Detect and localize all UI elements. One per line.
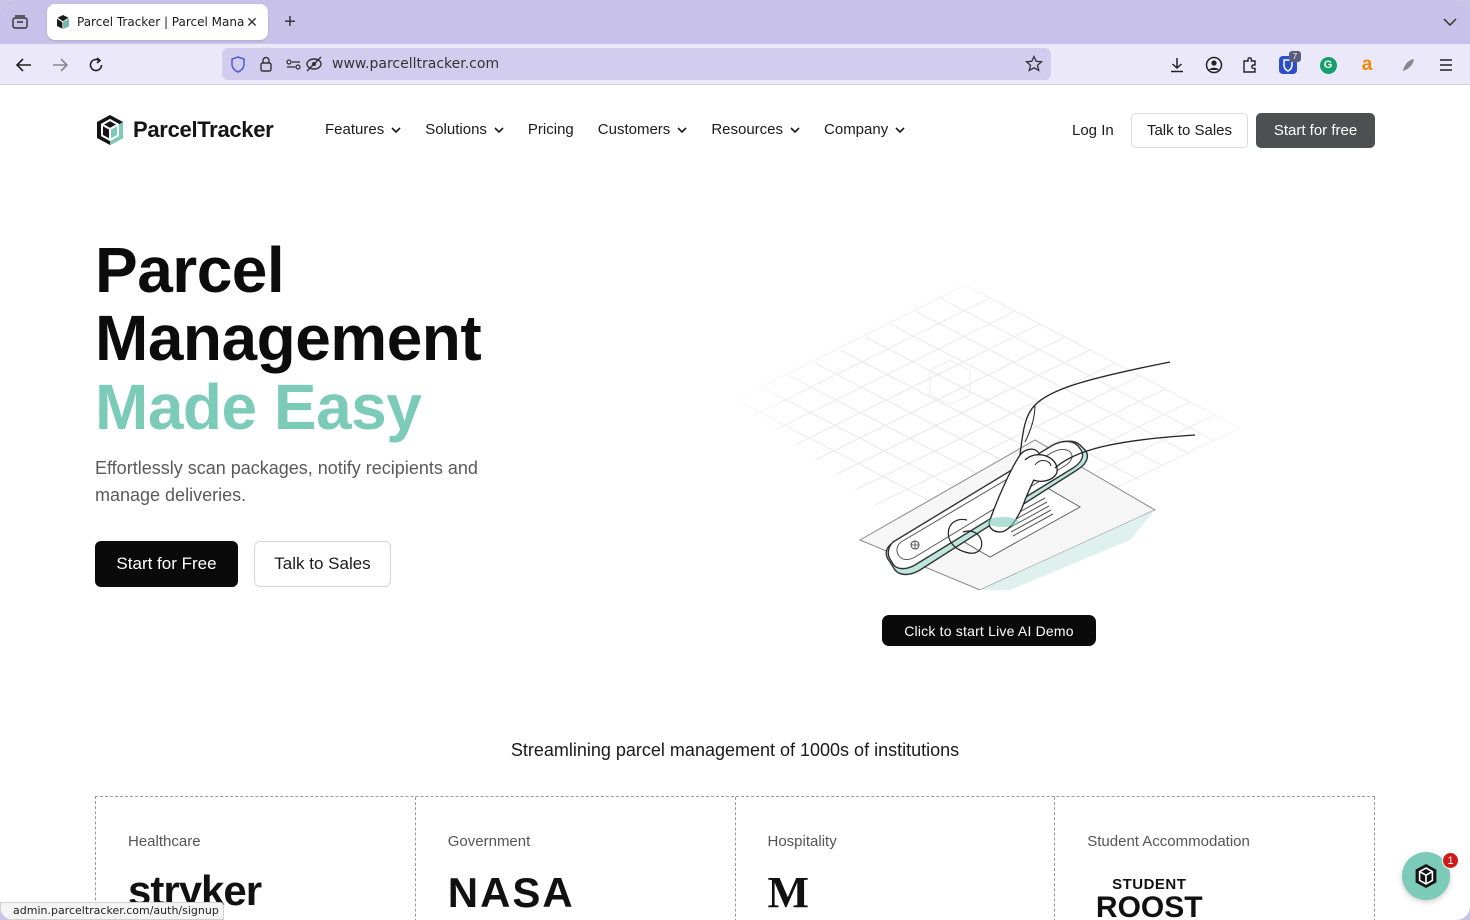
login-link[interactable]: Log In — [1072, 122, 1114, 139]
chat-notification-badge: 1 — [1442, 852, 1459, 869]
start-free-button[interactable]: Start for free — [1256, 113, 1375, 148]
nasa-logo: NASA — [447, 869, 575, 916]
nav-label: Pricing — [527, 121, 574, 138]
status-bar-url: admin.parceltracker.com/auth/signup — [0, 902, 224, 920]
feather-extension-icon[interactable] — [1397, 54, 1419, 76]
hamburger-menu-icon[interactable] — [1435, 54, 1457, 76]
grammarly-extension-icon[interactable]: G — [1317, 54, 1339, 76]
browser-window: Parcel Tracker | Parcel Managem ✕ + — [0, 0, 1470, 920]
phone-scanning-illustration[interactable] — [735, 270, 1245, 590]
back-arrow-icon[interactable] — [13, 54, 35, 76]
talk-to-sales-button[interactable]: Talk to Sales — [1131, 113, 1248, 148]
category-label: Hospitality — [767, 833, 837, 850]
tab-title: Parcel Tracker | Parcel Managem — [77, 15, 244, 29]
parcel-box-logo-icon — [1415, 864, 1437, 888]
student-roost-logo: STUDENT ROOST — [1087, 877, 1211, 920]
institutions-heading: Streamlining parcel management of 1000s … — [510, 740, 960, 760]
category-card-hospitality: Hospitality M — [736, 797, 1056, 920]
nav-label: Features — [325, 121, 385, 138]
live-ai-demo-button[interactable]: Click to start Live AI Demo — [882, 615, 1096, 646]
bookmark-star-icon[interactable] — [1025, 55, 1043, 73]
bitwarden-extension-icon[interactable]: 7 — [1277, 51, 1301, 76]
chevron-down-icon — [677, 126, 687, 133]
reload-icon[interactable] — [85, 54, 107, 76]
logo-line2: ROOST — [1095, 891, 1203, 920]
shield-icon[interactable] — [229, 55, 247, 73]
address-bar[interactable]: www.parcelltracker.com — [222, 48, 1051, 80]
permissions-icon[interactable] — [285, 55, 303, 73]
parceltracker-favicon-icon — [56, 15, 70, 29]
browser-tab-active[interactable]: Parcel Tracker | Parcel Managem ✕ — [47, 4, 268, 40]
nav-pricing[interactable]: Pricing — [528, 121, 574, 138]
nav-label: Company — [824, 121, 889, 138]
hero-title-line1: Parcel — [95, 234, 285, 306]
hero-title-line2: Management — [95, 302, 482, 374]
nav-label: Resources — [711, 121, 784, 138]
account-icon[interactable] — [1203, 54, 1225, 76]
browser-toolbar: www.parcelltracker.com 7 G a — [0, 44, 1470, 85]
forward-arrow-icon[interactable] — [49, 54, 71, 76]
nav-solutions[interactable]: Solutions — [425, 121, 504, 138]
category-label: Government — [447, 833, 531, 850]
category-label: Student Accommodation — [1087, 833, 1250, 850]
tab-list-icon[interactable] — [10, 12, 30, 32]
hero-start-free-button[interactable]: Start for Free — [95, 541, 238, 587]
new-tab-icon[interactable]: + — [280, 11, 300, 33]
url-text: www.parcelltracker.com — [332, 56, 500, 72]
logo-text: ParcelTracker — [133, 117, 274, 142]
tab-close-icon[interactable]: ✕ — [244, 14, 260, 30]
nav-label: Solutions — [425, 121, 487, 138]
chevron-down-icon — [895, 126, 905, 133]
category-card-government: Government NASA — [416, 797, 736, 920]
lock-icon[interactable] — [257, 55, 275, 73]
extensions-puzzle-icon[interactable] — [1239, 54, 1261, 76]
chevron-down-icon — [494, 126, 504, 133]
chevron-down-icon — [391, 126, 401, 133]
tab-strip: Parcel Tracker | Parcel Managem ✕ + — [0, 0, 1470, 44]
tracking-protection-icon[interactable] — [305, 55, 323, 73]
category-label: Healthcare — [128, 833, 201, 850]
chevron-down-icon — [790, 126, 800, 133]
marriott-logo: M — [767, 868, 810, 917]
web-page: ParcelTracker Features Solutions Pricing… — [0, 85, 1470, 920]
nav-resources[interactable]: Resources — [711, 121, 800, 138]
extension-badge: 7 — [1289, 51, 1301, 62]
nav-label: Customers — [597, 121, 671, 138]
category-card-student-accommodation: Student Accommodation STUDENT ROOST — [1055, 797, 1375, 920]
institution-categories: Healthcare stryker Government NASA Hospi… — [95, 796, 1375, 920]
amazon-extension-icon[interactable]: a — [1356, 54, 1378, 76]
parcel-box-logo-icon — [97, 115, 123, 145]
chevron-down-icon[interactable] — [1440, 12, 1460, 32]
main-nav: Features Solutions Pricing Customers Res… — [325, 121, 929, 138]
nav-company[interactable]: Company — [824, 121, 905, 138]
hero-subtitle: Effortlessly scan packages, notify recip… — [95, 458, 478, 505]
nav-customers[interactable]: Customers — [598, 121, 688, 138]
hero-talk-sales-button[interactable]: Talk to Sales — [254, 541, 391, 587]
nav-features[interactable]: Features — [325, 121, 401, 138]
downloads-icon[interactable] — [1166, 54, 1188, 76]
site-logo[interactable]: ParcelTracker — [95, 114, 274, 146]
hero-title-line3: Made Easy — [95, 371, 422, 443]
